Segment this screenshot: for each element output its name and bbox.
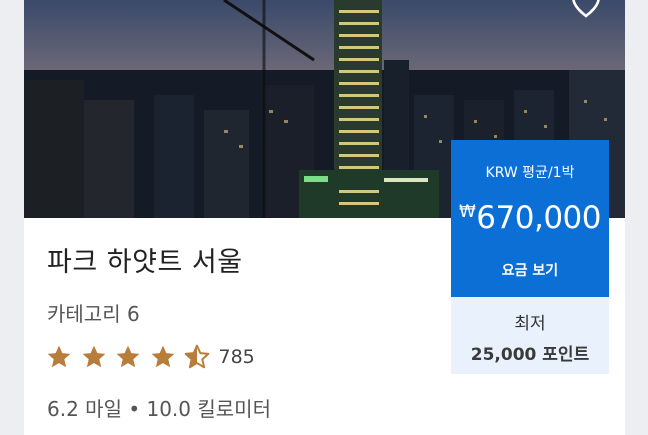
points-label: 최저 [514,314,546,334]
view-rates-button[interactable]: 요금 보기 [451,260,609,280]
hotel-category: 카테고리 6 [47,302,140,326]
rating-row: 785 [46,343,255,371]
heart-outline-icon [572,0,600,18]
hotel-distance: 6.2 마일 • 10.0 킬로미터 [47,397,271,421]
star-icon [116,345,140,368]
star-half-icon [184,344,210,369]
hotel-card[interactable]: KRW 평균/1박 ₩670,000 요금 보기 최저 25,000 포인트 파… [24,0,625,435]
favorite-button[interactable] [569,0,603,20]
price-panel[interactable]: KRW 평균/1박 ₩670,000 요금 보기 [451,140,609,297]
currency-symbol: ₩ [458,202,476,222]
price-amount: ₩670,000 [451,200,609,236]
price-unit-label: KRW 평균/1박 [485,165,575,181]
star-icon [151,345,174,368]
price-value: 670,000 [476,200,601,236]
points-panel: 최저 25,000 포인트 [451,297,609,374]
hotel-name[interactable]: 파크 하얏트 서울 [47,240,243,279]
star-icon [47,345,71,368]
star-icon [82,345,105,368]
points-value: 25,000 포인트 [470,345,590,365]
review-count[interactable]: 785 [219,346,255,368]
